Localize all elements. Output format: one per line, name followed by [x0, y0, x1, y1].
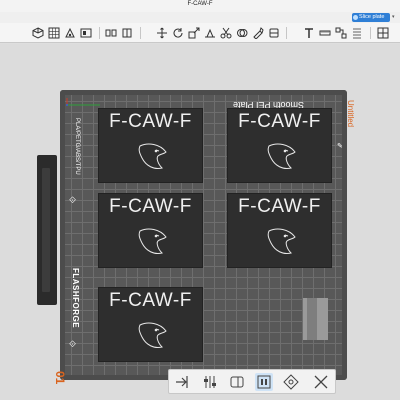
window-title: F-CAW-F	[187, 1, 213, 7]
toolbar-separator	[370, 27, 371, 39]
part-label: F-CAW-F	[109, 111, 192, 132]
lay-on-face-icon[interactable]	[204, 27, 216, 39]
prime-tower-band	[307, 298, 317, 340]
bed-clip-slot	[42, 168, 50, 292]
split-parts-icon[interactable]	[121, 27, 133, 39]
brand-label: FLASHFORGE	[71, 268, 80, 329]
part-object[interactable]: F-CAW-F	[98, 287, 203, 362]
material-label: PLA/PETG/ABS/TPU	[74, 118, 80, 175]
auto-orient-icon[interactable]	[64, 27, 76, 39]
cut-icon[interactable]	[220, 27, 232, 39]
arrange-icon[interactable]	[173, 373, 191, 391]
toolbar-separator	[99, 27, 100, 39]
variable-height-icon[interactable]	[351, 27, 363, 39]
scale-icon[interactable]	[188, 27, 200, 39]
plate-toolbar	[168, 369, 336, 394]
part-object[interactable]: F-CAW-F	[227, 193, 332, 268]
slice-plate-button[interactable]: Slice plate	[352, 13, 390, 22]
split-objects-icon[interactable]	[105, 27, 117, 39]
measure-icon[interactable]	[319, 27, 331, 39]
edit-plate-icon[interactable]: ✎	[337, 142, 343, 150]
part-object[interactable]: F-CAW-F	[227, 108, 332, 183]
assembly-icon[interactable]	[335, 27, 347, 39]
plate-grid-icon[interactable]	[377, 27, 389, 39]
grid-plate-icon[interactable]	[48, 27, 60, 39]
eagle-head-icon	[138, 228, 167, 254]
eagle-head-icon	[138, 143, 167, 169]
rotate-icon[interactable]	[172, 27, 184, 39]
part-object[interactable]: F-CAW-F	[98, 193, 203, 268]
slice-icon	[353, 15, 358, 20]
eagle-head-icon	[267, 228, 296, 254]
toolbar-separator	[286, 27, 287, 39]
orient-icon[interactable]	[201, 373, 219, 391]
add-cube-icon[interactable]	[32, 27, 44, 39]
part-label: F-CAW-F	[238, 111, 321, 132]
arrange-icon[interactable]	[80, 27, 92, 39]
part-object[interactable]: F-CAW-F	[98, 108, 203, 183]
lock-plate-icon[interactable]	[228, 373, 246, 391]
support-paint-icon[interactable]	[252, 27, 264, 39]
axis-indicator	[66, 94, 102, 106]
auto-orient-plate-icon[interactable]	[282, 373, 300, 391]
eagle-head-icon	[267, 143, 296, 169]
toolbar-separator	[140, 27, 141, 39]
flashforge-logo-icon: ⟐	[69, 195, 77, 205]
title-bar: F-CAW-F	[0, 0, 400, 12]
plate-settings-icon[interactable]	[255, 373, 273, 391]
text-tool-icon[interactable]	[303, 27, 315, 39]
mesh-boolean-icon[interactable]	[236, 27, 248, 39]
seam-paint-icon[interactable]	[268, 27, 280, 39]
bed-clip	[37, 155, 57, 305]
slice-plate-label: Slice plate	[359, 14, 385, 20]
eagle-head-icon	[138, 322, 167, 348]
prime-tower[interactable]	[303, 298, 328, 340]
plate-number: 01	[53, 371, 67, 385]
part-label: F-CAW-F	[109, 196, 192, 217]
part-label: F-CAW-F	[238, 196, 321, 217]
part-label: F-CAW-F	[109, 290, 192, 311]
main-toolbar	[0, 23, 400, 43]
flashforge-logo-icon: ⟐	[69, 339, 77, 349]
menu-bar: Slice plate ▾	[0, 12, 400, 23]
delete-plate-icon[interactable]	[312, 373, 330, 391]
project-name-label: Untitled	[346, 100, 355, 128]
move-icon[interactable]	[156, 27, 168, 39]
more-menu-icon[interactable]: ▾	[392, 15, 398, 20]
